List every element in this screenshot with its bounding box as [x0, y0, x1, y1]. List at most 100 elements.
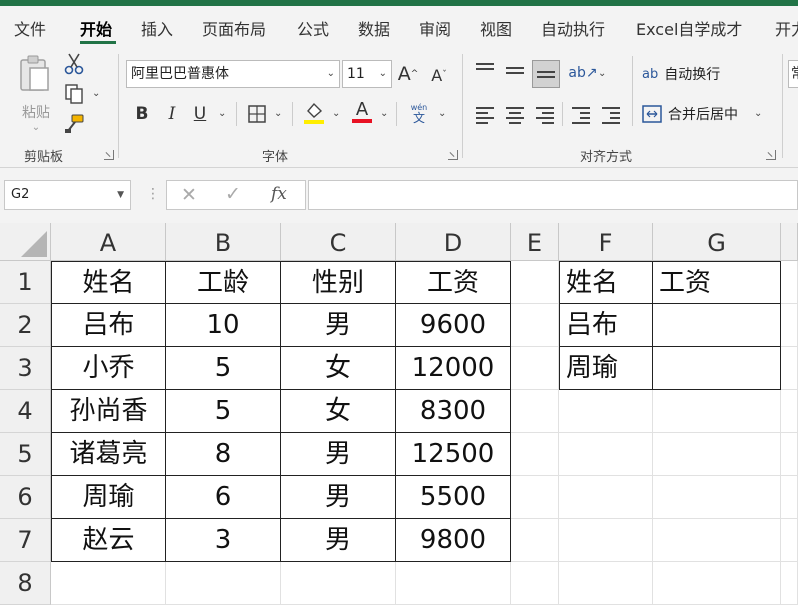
font-size-select[interactable]: 11 ⌄ — [342, 60, 392, 88]
enter-icon[interactable]: ✓ — [225, 183, 241, 205]
tab-review[interactable]: 审阅 — [419, 16, 451, 40]
row-header-2[interactable]: 2 — [0, 304, 51, 347]
tab-file[interactable]: 文件 — [14, 16, 46, 40]
cell-g5[interactable] — [653, 433, 781, 476]
cell-d7[interactable]: 9800 — [396, 519, 511, 562]
cell-h7[interactable] — [781, 519, 798, 562]
row-header-3[interactable]: 3 — [0, 347, 51, 390]
copy-dropdown-icon[interactable]: ⌄ — [92, 88, 100, 99]
cell-d2[interactable]: 9600 — [396, 304, 511, 347]
cell-c7[interactable]: 男 — [281, 519, 396, 562]
cut-icon[interactable] — [62, 52, 86, 76]
cell-g2[interactable] — [653, 304, 781, 347]
cell-c3[interactable]: 女 — [281, 347, 396, 390]
cell-e5[interactable] — [511, 433, 559, 476]
cell-f1[interactable]: 姓名 — [559, 261, 653, 304]
cell-f6[interactable] — [559, 476, 653, 519]
cell-c4[interactable]: 女 — [281, 390, 396, 433]
cell-a7[interactable]: 赵云 — [51, 519, 166, 562]
insert-function-icon[interactable]: fx — [271, 184, 287, 204]
cell-a2[interactable]: 吕布 — [51, 304, 166, 347]
row-header-5[interactable]: 5 — [0, 433, 51, 476]
cell-c5[interactable]: 男 — [281, 433, 396, 476]
cell-a5[interactable]: 诸葛亮 — [51, 433, 166, 476]
cell-h2[interactable] — [781, 304, 798, 347]
cell-a4[interactable]: 孙尚香 — [51, 390, 166, 433]
merge-dropdown-icon[interactable]: ⌄ — [754, 108, 762, 119]
cell-d1[interactable]: 工资 — [396, 261, 511, 304]
copy-icon[interactable] — [62, 82, 86, 106]
cell-b6[interactable]: 6 — [166, 476, 281, 519]
column-header-f[interactable]: F — [559, 223, 653, 261]
cell-d8[interactable] — [396, 562, 511, 605]
cell-h6[interactable] — [781, 476, 798, 519]
fill-color-dropdown-icon[interactable]: ⌄ — [332, 108, 340, 119]
grow-font-button[interactable]: A ^ — [396, 62, 420, 86]
cell-g7[interactable] — [653, 519, 781, 562]
column-header-c[interactable]: C — [281, 223, 396, 261]
tab-home[interactable]: 开始 — [80, 16, 112, 40]
cell-e2[interactable] — [511, 304, 559, 347]
tab-page-layout[interactable]: 页面布局 — [202, 16, 266, 40]
clipboard-dialog-launcher-icon[interactable] — [104, 150, 114, 160]
cell-h4[interactable] — [781, 390, 798, 433]
select-all-button[interactable] — [0, 223, 51, 261]
format-painter-icon[interactable] — [62, 112, 86, 136]
decrease-indent-icon[interactable] — [572, 104, 590, 127]
orientation-dropdown-icon[interactable]: ⌄ — [598, 68, 606, 79]
cell-d4[interactable]: 8300 — [396, 390, 511, 433]
cell-h1[interactable] — [781, 261, 798, 304]
cell-g4[interactable] — [653, 390, 781, 433]
orientation-icon[interactable]: ab↗ — [568, 60, 597, 86]
column-header-b[interactable]: B — [166, 223, 281, 261]
cell-b2[interactable]: 10 — [166, 304, 281, 347]
align-center-icon[interactable] — [506, 104, 524, 127]
cell-e6[interactable] — [511, 476, 559, 519]
column-header-partial[interactable] — [781, 223, 798, 261]
cell-a6[interactable]: 周瑜 — [51, 476, 166, 519]
tab-custom[interactable]: Excel自学成才 — [636, 16, 742, 40]
underline-button[interactable]: U — [190, 102, 210, 126]
align-right-icon[interactable] — [536, 104, 554, 127]
cell-h5[interactable] — [781, 433, 798, 476]
row-header-1[interactable]: 1 — [0, 261, 51, 304]
column-header-e[interactable]: E — [511, 223, 559, 261]
cell-d3[interactable]: 12000 — [396, 347, 511, 390]
cell-g6[interactable] — [653, 476, 781, 519]
cell-d6[interactable]: 5500 — [396, 476, 511, 519]
paste-dropdown-icon[interactable]: ⌄ — [16, 122, 56, 133]
tab-data[interactable]: 数据 — [358, 16, 390, 40]
cancel-icon[interactable]: ✕ — [181, 184, 197, 206]
merge-center-button[interactable]: 合并后居中 — [642, 102, 738, 126]
shrink-font-button[interactable]: Aˇ — [428, 64, 450, 86]
paste-button[interactable]: 粘贴 ⌄ — [16, 54, 56, 133]
cell-h3[interactable] — [781, 347, 798, 390]
row-header-6[interactable]: 6 — [0, 476, 51, 519]
align-middle-icon[interactable] — [506, 64, 524, 77]
cell-d5[interactable]: 12500 — [396, 433, 511, 476]
cell-b1[interactable]: 工龄 — [166, 261, 281, 304]
cell-e3[interactable] — [511, 347, 559, 390]
alignment-dialog-launcher-icon[interactable] — [766, 150, 776, 160]
cell-c6[interactable]: 男 — [281, 476, 396, 519]
cell-a8[interactable] — [51, 562, 166, 605]
phonetic-dropdown-icon[interactable]: ⌄ — [438, 108, 446, 119]
cell-h8[interactable] — [781, 562, 798, 605]
cell-b5[interactable]: 8 — [166, 433, 281, 476]
cell-f7[interactable] — [559, 519, 653, 562]
cell-f2[interactable]: 吕布 — [559, 304, 653, 347]
cell-b8[interactable] — [166, 562, 281, 605]
font-color-button[interactable]: A — [350, 98, 374, 126]
tab-view[interactable]: 视图 — [480, 16, 512, 40]
column-header-a[interactable]: A — [51, 223, 166, 261]
cell-b4[interactable]: 5 — [166, 390, 281, 433]
increase-indent-icon[interactable] — [602, 104, 620, 127]
cell-e8[interactable] — [511, 562, 559, 605]
phonetic-guide-icon[interactable]: wén 文 — [406, 100, 432, 126]
row-header-7[interactable]: 7 — [0, 519, 51, 562]
cell-f5[interactable] — [559, 433, 653, 476]
cell-e1[interactable] — [511, 261, 559, 304]
cell-g3[interactable] — [653, 347, 781, 390]
font-color-dropdown-icon[interactable]: ⌄ — [380, 108, 388, 119]
column-header-d[interactable]: D — [396, 223, 511, 261]
